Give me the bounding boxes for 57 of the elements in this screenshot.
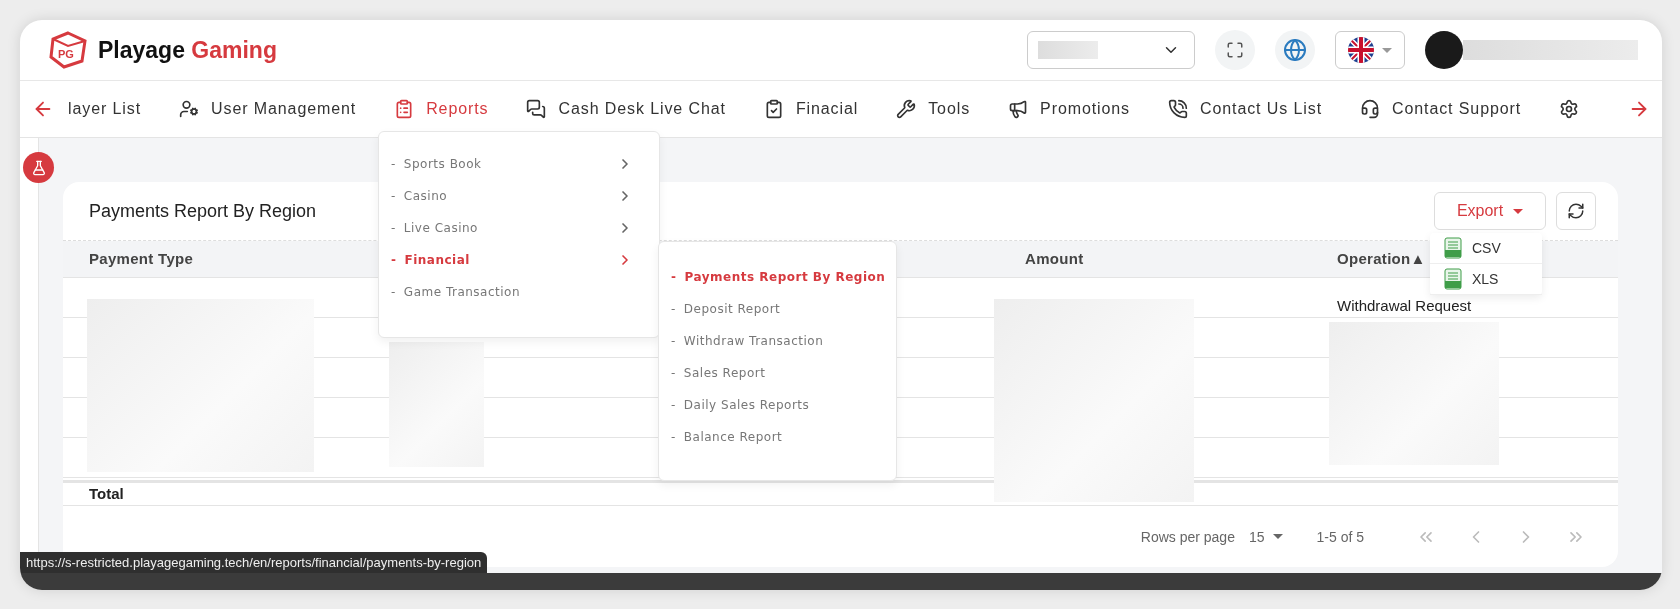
refresh-icon [1567, 202, 1585, 220]
status-url: https://s-restricted.playagegaming.tech/en/reports/financial/payments-by-region [20, 552, 488, 573]
rows-per-page-select[interactable]: 15 [1248, 528, 1283, 545]
select-field[interactable] [1027, 31, 1195, 69]
megaphone-icon [1008, 99, 1029, 119]
fullscreen-button[interactable] [1215, 30, 1255, 70]
menu-item[interactable]: - Balance Report [659, 421, 896, 453]
column-header[interactable]: Amount [1025, 250, 1084, 267]
menu-item[interactable]: - Daily Sales Reports [659, 389, 896, 421]
page-range: 1-5 of 5 [1316, 528, 1364, 545]
menu-item[interactable]: - Payments Report By Region [659, 261, 896, 293]
wrench-icon [896, 99, 917, 119]
nav-item[interactable]: Cash Desk Live Chat [526, 99, 726, 119]
nav-item[interactable]: Reports [394, 99, 489, 119]
user-gear-icon [179, 99, 200, 119]
table-cell: Withdrawal Request [1337, 296, 1472, 314]
column-header[interactable]: Operation▲ [1337, 250, 1426, 267]
total-label: Total [89, 485, 125, 503]
clipboard-list-icon [394, 99, 415, 119]
column-header[interactable]: Payment Type [89, 250, 194, 267]
export-button[interactable]: Export [1434, 192, 1546, 230]
menu-item[interactable]: - Financial [379, 244, 659, 276]
export-option[interactable]: XLS [1430, 264, 1542, 295]
menu-item[interactable]: - Withdraw Transaction [659, 325, 896, 357]
nav-item[interactable] [1559, 99, 1580, 119]
globe-button[interactable] [1275, 30, 1315, 70]
nav-item[interactable]: Finacial [763, 99, 859, 119]
chat-bubbles-icon [526, 99, 547, 119]
rows-per-page-label: Rows per page [1140, 528, 1235, 545]
phone-icon [1168, 99, 1188, 119]
spreadsheet-file-icon [1444, 237, 1462, 259]
nav-item[interactable]: Contact Support [1360, 99, 1522, 119]
export-option[interactable]: CSV [1430, 233, 1542, 264]
brand-name: Playage Gaming [98, 36, 277, 64]
fullscreen-icon [1226, 41, 1244, 59]
menu-item[interactable]: - Deposit Report [659, 293, 896, 325]
menu-item[interactable]: - Sales Report [659, 357, 896, 389]
avatar[interactable] [1425, 31, 1463, 69]
nav-item[interactable]: Contact Us List [1168, 99, 1322, 119]
refresh-button[interactable] [1556, 192, 1596, 230]
logo-icon: PG [48, 31, 88, 69]
card-title: Payments Report By Region [89, 200, 317, 222]
settings-icon [1559, 99, 1580, 119]
nav-item[interactable]: Tools [896, 99, 971, 119]
uk-flag-icon [1348, 37, 1374, 63]
menu-item[interactable]: - Sports Book [379, 148, 659, 180]
nav-item[interactable]: Promotions [1008, 99, 1130, 119]
menu-item[interactable]: - Game Transaction [379, 276, 659, 308]
headset-icon [1360, 99, 1380, 119]
menu-item[interactable]: - Live Casino [379, 212, 659, 244]
nav-item[interactable]: layer List [68, 100, 142, 118]
globe-icon [1283, 38, 1307, 62]
flask-badge[interactable] [23, 152, 54, 183]
nav-item[interactable]: User Management [179, 99, 357, 119]
menu-item[interactable]: - Casino [379, 180, 659, 212]
language-button[interactable] [1335, 31, 1405, 69]
spreadsheet-file-icon [1444, 268, 1462, 290]
